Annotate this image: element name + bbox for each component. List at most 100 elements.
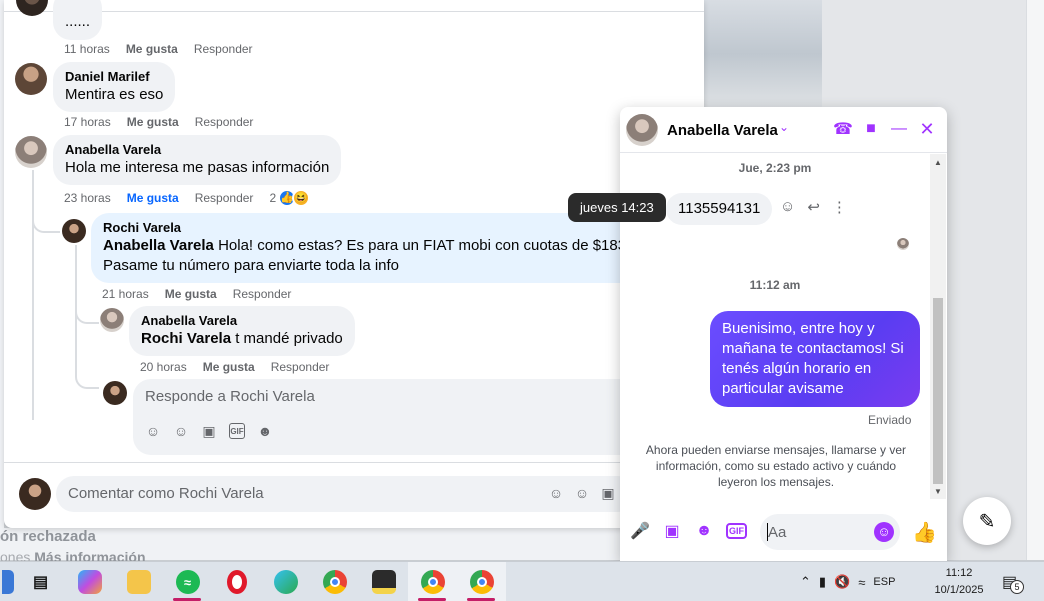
chat-header[interactable]: Anabella Varela ⌄ ☎ ■ — ✕ (620, 107, 947, 153)
avatar-sticker-icon[interactable]: ☺ (145, 423, 161, 439)
like-button[interactable]: Me gusta (127, 114, 179, 130)
like-button[interactable]: Me gusta (165, 286, 217, 302)
microphone-icon[interactable]: 🎤 (630, 520, 650, 542)
scroll-thumb[interactable] (933, 298, 943, 484)
comment-time[interactable]: 21 horas (102, 286, 149, 302)
reaction-summary[interactable]: 2 👍 😆 (269, 189, 311, 207)
reply-button[interactable]: Responder (233, 286, 292, 302)
minimize-icon[interactable]: — (891, 119, 907, 139)
new-message-button[interactable]: ✎ (963, 497, 1011, 545)
reply-input[interactable]: Responde a Rochi Varela ☺ ☺ ▣ GIF ☻ (133, 379, 704, 455)
mention-link[interactable]: Anabella Varela (103, 237, 214, 254)
edge-icon[interactable] (261, 562, 310, 601)
task-view-icon[interactable]: ▤ (16, 562, 65, 601)
sticky-notes-icon[interactable] (359, 562, 408, 601)
contact-name[interactable]: Anabella Varela (667, 122, 778, 139)
incoming-message[interactable]: 1135594131 (666, 193, 773, 225)
more-options-icon[interactable]: ⋮ (832, 198, 847, 216)
battery-icon[interactable]: ▮ (819, 574, 826, 590)
scrollbar[interactable]: ▲ ▼ (930, 154, 946, 499)
message-input[interactable]: Aa ☺ (760, 514, 900, 550)
divider (4, 462, 704, 463)
comment-author[interactable]: Rochi Varela (103, 220, 704, 236)
like-button[interactable]: Me gusta (127, 190, 179, 206)
date-separator: 11:12 am (749, 278, 801, 292)
scroll-up-icon[interactable]: ▲ (934, 158, 942, 167)
comment-input[interactable]: Comentar como Rochi Varela ☺ ☺ ▣ (56, 476, 636, 512)
avatar[interactable] (16, 0, 48, 16)
comment-author[interactable]: Anabella Varela (65, 142, 329, 158)
date-separator: Jue, 2:23 pm (738, 161, 812, 175)
wifi-icon[interactable]: ≈ (858, 575, 865, 590)
comment-time[interactable]: 11 horas (64, 41, 110, 57)
start-button[interactable] (0, 562, 16, 601)
system-tray: ⌃ ▮ 🔇 ≈ ESP (800, 562, 895, 601)
avatar[interactable] (19, 478, 51, 510)
chrome-profile-1-icon[interactable] (408, 562, 457, 601)
reply-button[interactable]: Responder (195, 114, 254, 130)
comment-time[interactable]: 20 horas (140, 359, 187, 375)
message-list[interactable]: Jue, 2:23 pm 1135594131 ☺ ↩ ⋮ 11:12 am B… (620, 154, 930, 499)
contact-avatar[interactable] (626, 114, 658, 146)
reply-icon[interactable]: ↩ (807, 198, 820, 216)
comment-meta: 21 horas Me gusta Responder (102, 286, 291, 302)
avatar[interactable] (100, 308, 124, 332)
sticker-icon[interactable]: ☻ (694, 520, 714, 542)
mention-link[interactable]: Rochi Varela (141, 330, 231, 347)
file-explorer-icon[interactable] (114, 562, 163, 601)
sticker-icon[interactable]: ☻ (257, 423, 273, 439)
chat-window: Anabella Varela ⌄ ☎ ■ — ✕ Jue, 2:23 pm 1… (620, 107, 947, 561)
comment-time[interactable]: 17 horas (64, 114, 111, 130)
avatar-sticker-icon[interactable]: ☺ (548, 485, 564, 501)
language-indicator[interactable]: ESP (873, 576, 895, 588)
phone-icon[interactable]: ☎ (833, 119, 853, 139)
emoji-icon[interactable]: ☺ (173, 423, 189, 439)
emoji-icon[interactable]: ☺ (874, 522, 894, 542)
comment-text-line2: Pasame tu número para enviarte toda la i… (103, 257, 400, 274)
avatar[interactable] (103, 381, 127, 405)
composer-actions: 🎤 ▣ ☻ GIF (630, 520, 747, 542)
comment-author[interactable]: Anabella Varela (141, 313, 343, 329)
clock-time: 11:12 (945, 567, 973, 579)
avatar[interactable] (15, 136, 47, 168)
clock[interactable]: 11:12 10/1/2025 (922, 565, 996, 599)
image-icon[interactable]: ▣ (662, 520, 682, 542)
avatar[interactable] (62, 219, 86, 243)
close-icon[interactable]: ✕ (919, 119, 935, 139)
chevron-up-icon[interactable]: ⌃ (800, 574, 811, 590)
camera-icon[interactable]: ▣ (600, 485, 616, 501)
comment-author[interactable]: Daniel Marilef (65, 69, 163, 85)
like-button[interactable]: Me gusta (126, 41, 178, 57)
gif-icon[interactable]: GIF (229, 423, 245, 439)
reply-button[interactable]: Responder (194, 41, 253, 57)
chat-composer: 🎤 ▣ ☻ GIF Aa ☺ 👍 (620, 512, 947, 552)
emoji-icon[interactable]: ☺ (574, 485, 590, 501)
gif-icon[interactable]: GIF (726, 523, 747, 539)
reply-button[interactable]: Responder (271, 359, 330, 375)
chrome-profile-2-icon[interactable] (457, 562, 506, 601)
comment-bubble: ...... (53, 0, 103, 40)
volume-muted-icon[interactable]: 🔇 (834, 574, 850, 590)
spotify-icon[interactable]: ≈ (163, 562, 212, 601)
outgoing-message[interactable]: Buenisimo, entre hoy y mañana te contact… (710, 311, 920, 407)
comment-meta: 11 horas Me gusta Responder (64, 41, 253, 57)
thumbs-up-icon[interactable]: 👍 (912, 520, 937, 545)
chrome-icon[interactable] (310, 562, 359, 601)
copilot-icon[interactable] (65, 562, 114, 601)
scroll-down-icon[interactable]: ▼ (934, 487, 942, 496)
reply-button[interactable]: Responder (195, 190, 254, 206)
comment-time[interactable]: 23 horas (64, 190, 111, 206)
taskbar-apps: ▤ ≈ (0, 562, 506, 601)
rejected-label: ón rechazada (0, 528, 96, 545)
avatar[interactable] (15, 63, 47, 95)
notifications-icon[interactable]: ▤ 5 (1002, 572, 1024, 594)
video-call-icon[interactable]: ■ (863, 119, 879, 139)
comment-bubble: Daniel Marilef Mentira es eso (53, 62, 176, 112)
react-icon[interactable]: ☺ (780, 198, 795, 216)
like-button[interactable]: Me gusta (203, 359, 255, 375)
opera-icon[interactable] (212, 562, 261, 601)
comment-text: Mentira es eso (65, 86, 164, 103)
timestamp-tooltip: jueves 14:23 (568, 193, 666, 222)
camera-icon[interactable]: ▣ (201, 423, 217, 439)
chevron-down-icon[interactable]: ⌄ (779, 120, 789, 134)
